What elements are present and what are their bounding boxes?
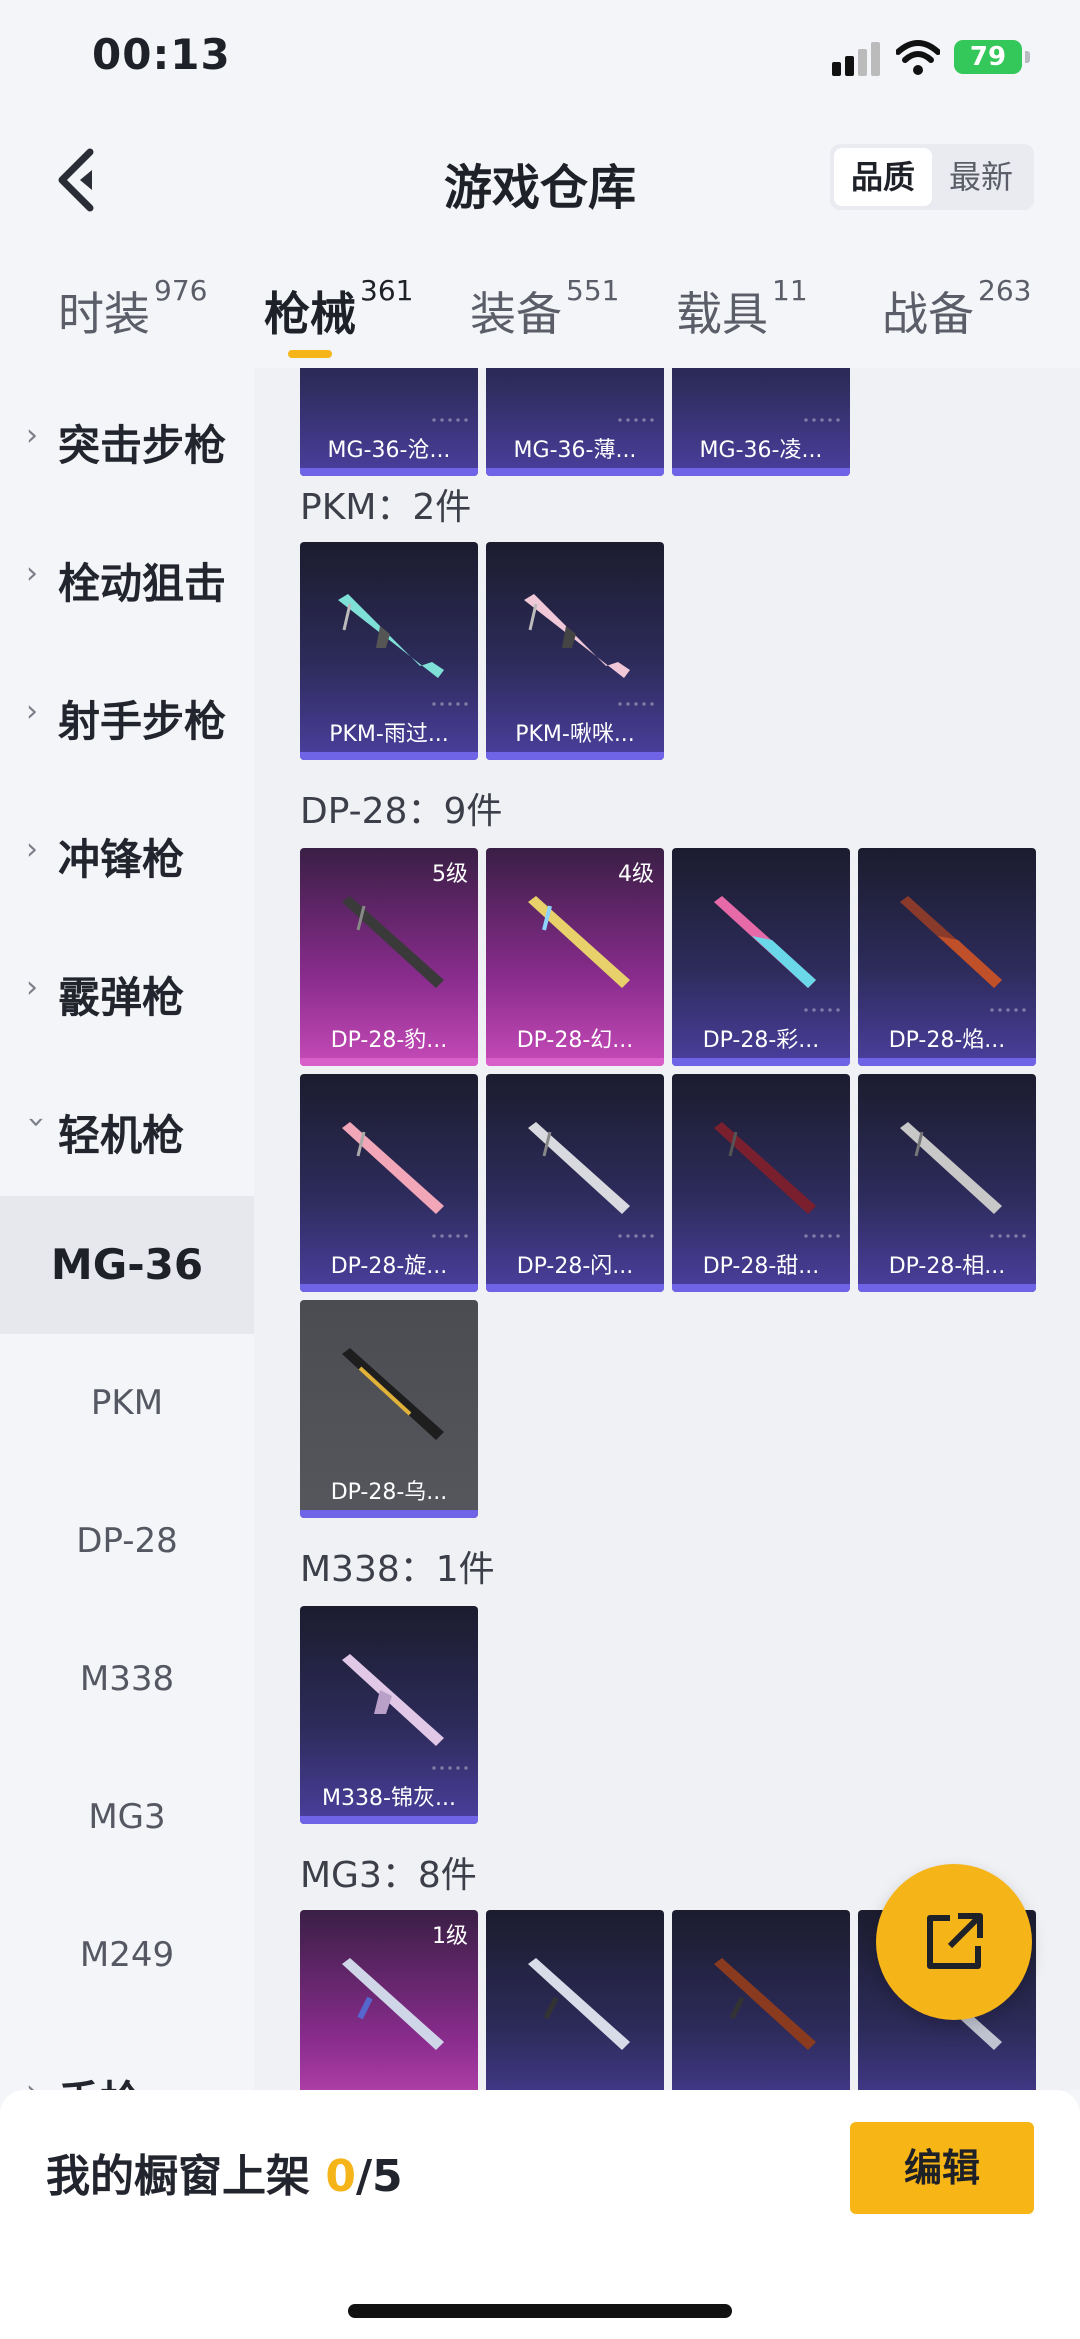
showcase-label: 我的橱窗上架 0/5 [46,2151,403,2202]
sort-newest-button[interactable]: 最新 [932,148,1030,206]
tab-guns[interactable]: 枪械 361 [264,274,413,344]
chevron-right-icon: › [26,694,38,729]
section-title-dp28: DP-28：9件 [300,791,503,832]
weapon-card[interactable]: DP-28-甜... [672,1074,850,1292]
sidebar-item-lmg[interactable]: › 轻机枪 [0,1058,254,1196]
weapon-card[interactable]: M338-锦灰... [300,1606,478,1824]
category-tabs: 时装 976 枪械 361 装备 551 载具 11 战备 263 [0,258,1080,368]
section-title-m338: M338：1件 [300,1549,495,1590]
sidebar-item-marksman-rifle[interactable]: › 射手步枪 [0,644,254,782]
weapon-card[interactable]: DP-28-焰... [858,848,1036,1066]
external-link-icon [927,1913,983,1969]
sort-quality-button[interactable]: 品质 [834,148,932,206]
tab-equipment[interactable]: 装备 551 [470,274,619,344]
machine-gun-icon [714,896,816,988]
sidebar-item-bolt-sniper[interactable]: › 栓动狙击 [0,506,254,644]
chevron-right-icon: › [26,2077,46,2091]
weapon-card[interactable] [486,1910,664,2090]
sidebar-sub-mg36[interactable]: MG-36 [0,1196,254,1334]
weapon-card[interactable]: PKM-啾咪... [486,542,664,760]
machine-gun-icon [714,1958,816,2050]
tab-fashion[interactable]: 时装 976 [58,274,207,344]
machine-gun-icon [524,594,630,678]
weapon-card[interactable]: 1级 [300,1910,478,2090]
clock: 00:13 [92,30,231,79]
machine-gun-icon [900,896,1002,988]
sidebar-sub-m249[interactable]: M249 [0,1886,254,2024]
wifi-icon [896,40,940,75]
sort-toggle: 品质 最新 [830,144,1034,210]
sidebar-item-assault-rifle[interactable]: › 突击步枪 [0,368,254,506]
weapon-card[interactable] [672,1910,850,2090]
weapon-card[interactable]: 5级 DP-28-豹... [300,848,478,1066]
sidebar-sub-dp28[interactable]: DP-28 [0,1472,254,1610]
weapon-card[interactable]: MG-36-薄... [486,368,664,476]
active-tab-indicator [288,350,332,358]
header: 游戏仓库 品质 最新 [0,120,1080,240]
weapon-card[interactable]: PKM-雨过... [300,542,478,760]
section-title-pkm: PKM：2件 [300,487,472,528]
machine-gun-icon [528,896,630,988]
weapon-card[interactable]: MG-36-沧... [300,368,478,476]
machine-gun-icon [338,594,444,678]
sidebar-item-pistol[interactable]: ›手枪 [0,2024,254,2091]
app-root: 00:13 79 游戏仓库 品质 最新 时装 976 枪械 361 装备 551 载具… [0,0,1080,2339]
sidebar-item-smg[interactable]: › 冲锋枪 [0,782,254,920]
chevron-down-icon: › [19,1116,54,1128]
machine-gun-icon [528,1958,630,2050]
showcase-bar: 我的橱窗上架 0/5 编辑 [0,2090,1080,2339]
machine-gun-icon [528,1122,630,1214]
machine-gun-icon [342,1958,444,2050]
machine-gun-icon [342,1122,444,1214]
share-button[interactable] [876,1864,1032,2020]
chevron-right-icon: › [26,970,38,1005]
machine-gun-icon [714,1122,816,1214]
weapon-card[interactable]: DP-28-相... [858,1074,1036,1292]
sidebar-sub-pkm[interactable]: PKM [0,1334,254,1472]
weapon-card[interactable]: 4级 DP-28-幻... [486,848,664,1066]
machine-gun-icon [342,1654,444,1746]
sidebar-sub-m338[interactable]: M338 [0,1610,254,1748]
sidebar-sub-mg3[interactable]: MG3 [0,1748,254,1886]
tab-vehicles[interactable]: 载具 11 [676,274,808,344]
machine-gun-icon [900,1122,1002,1214]
cellular-signal-icon [832,42,882,76]
chevron-right-icon: › [26,556,38,591]
battery-icon: 79 [954,40,1030,74]
weapon-card[interactable]: DP-28-旋... [300,1074,478,1292]
machine-gun-icon [342,896,444,988]
weapon-card[interactable]: MG-36-凌... [672,368,850,476]
sidebar: › 突击步枪 › 栓动狙击 › 射手步枪 › 冲锋枪 › 霰弹枪 › 轻机枪 MG-36 P… [0,368,254,2090]
status-bar: 00:13 79 [0,0,1080,120]
tab-supplies[interactable]: 战备 263 [882,274,1031,344]
weapon-card[interactable]: DP-28-乌... [300,1300,478,1518]
edit-button[interactable]: 编辑 [850,2122,1034,2214]
sidebar-item-shotgun[interactable]: › 霰弹枪 [0,920,254,1058]
machine-gun-icon [342,1348,444,1440]
weapon-card[interactable]: DP-28-闪... [486,1074,664,1292]
chevron-right-icon: › [26,418,38,453]
chevron-right-icon: › [26,832,38,867]
home-indicator[interactable] [348,2304,732,2318]
section-title-mg3: MG3：8件 [300,1855,477,1896]
weapon-card[interactable]: DP-28-彩... [672,848,850,1066]
weapon-grid: MG-36-沧... MG-36-薄... MG-36-凌... PKM：2件 … [254,368,1080,2090]
